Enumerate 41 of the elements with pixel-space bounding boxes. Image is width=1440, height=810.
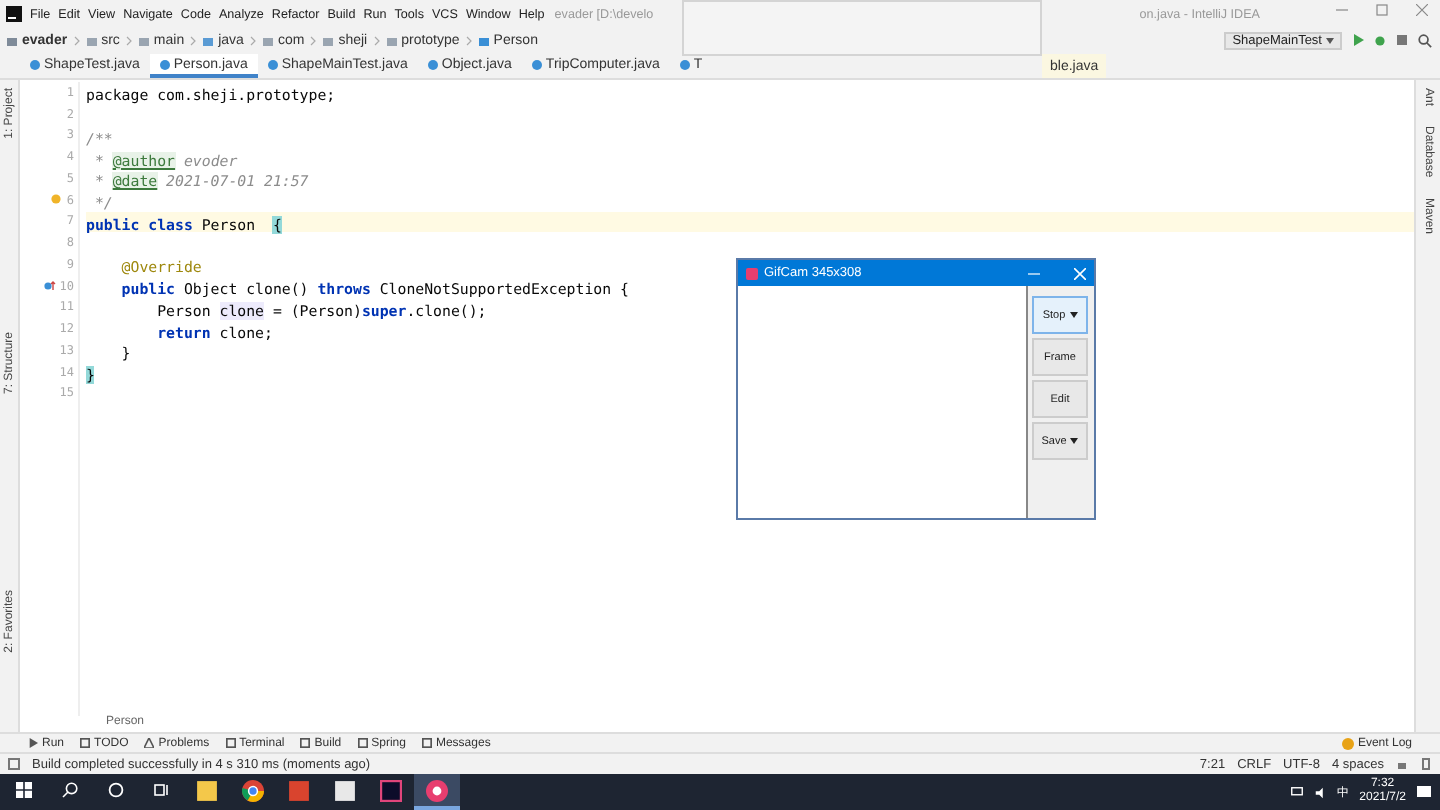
class-icon	[30, 59, 40, 69]
notification-icon	[1341, 737, 1354, 749]
play-icon	[28, 738, 38, 748]
maximize-icon[interactable]	[1376, 4, 1388, 16]
class-icon	[267, 59, 278, 69]
circle-icon	[107, 782, 123, 798]
notification-icon[interactable]	[1416, 784, 1432, 800]
class-icon	[477, 35, 490, 47]
debug-icon[interactable]	[1374, 34, 1386, 46]
override-icon[interactable]	[43, 280, 56, 293]
windows-icon	[15, 782, 31, 798]
chevron-icon	[310, 36, 317, 46]
ide-logo-icon	[6, 6, 22, 22]
class-icon	[159, 59, 170, 69]
caret-icon	[1069, 312, 1078, 318]
run-icon[interactable]	[1352, 34, 1364, 46]
status-icon	[8, 758, 20, 770]
chevron-icon	[249, 36, 256, 46]
taskbar-app[interactable]	[414, 774, 460, 810]
volume-icon	[1313, 785, 1328, 799]
class-icon	[679, 59, 690, 69]
warning-icon	[144, 738, 155, 748]
chevron-icon	[73, 36, 80, 46]
camera-icon	[746, 267, 758, 279]
caret-icon	[1326, 37, 1334, 43]
browser-icon	[242, 779, 264, 801]
chevron-icon	[190, 36, 197, 46]
network-icon	[1289, 785, 1304, 799]
caret-icon	[1070, 438, 1079, 444]
minimize-icon[interactable]	[1028, 267, 1040, 279]
chevron-icon	[125, 36, 132, 46]
search-icon	[61, 782, 77, 798]
chevron-icon	[465, 36, 472, 46]
ide-icon	[380, 779, 402, 801]
class-icon	[427, 59, 438, 69]
chevron-icon	[373, 36, 380, 46]
close-icon[interactable]	[1416, 4, 1428, 16]
camera-icon	[426, 779, 448, 801]
search-icon[interactable]	[1418, 33, 1432, 47]
class-icon	[531, 59, 542, 69]
task-view-icon	[153, 782, 169, 798]
